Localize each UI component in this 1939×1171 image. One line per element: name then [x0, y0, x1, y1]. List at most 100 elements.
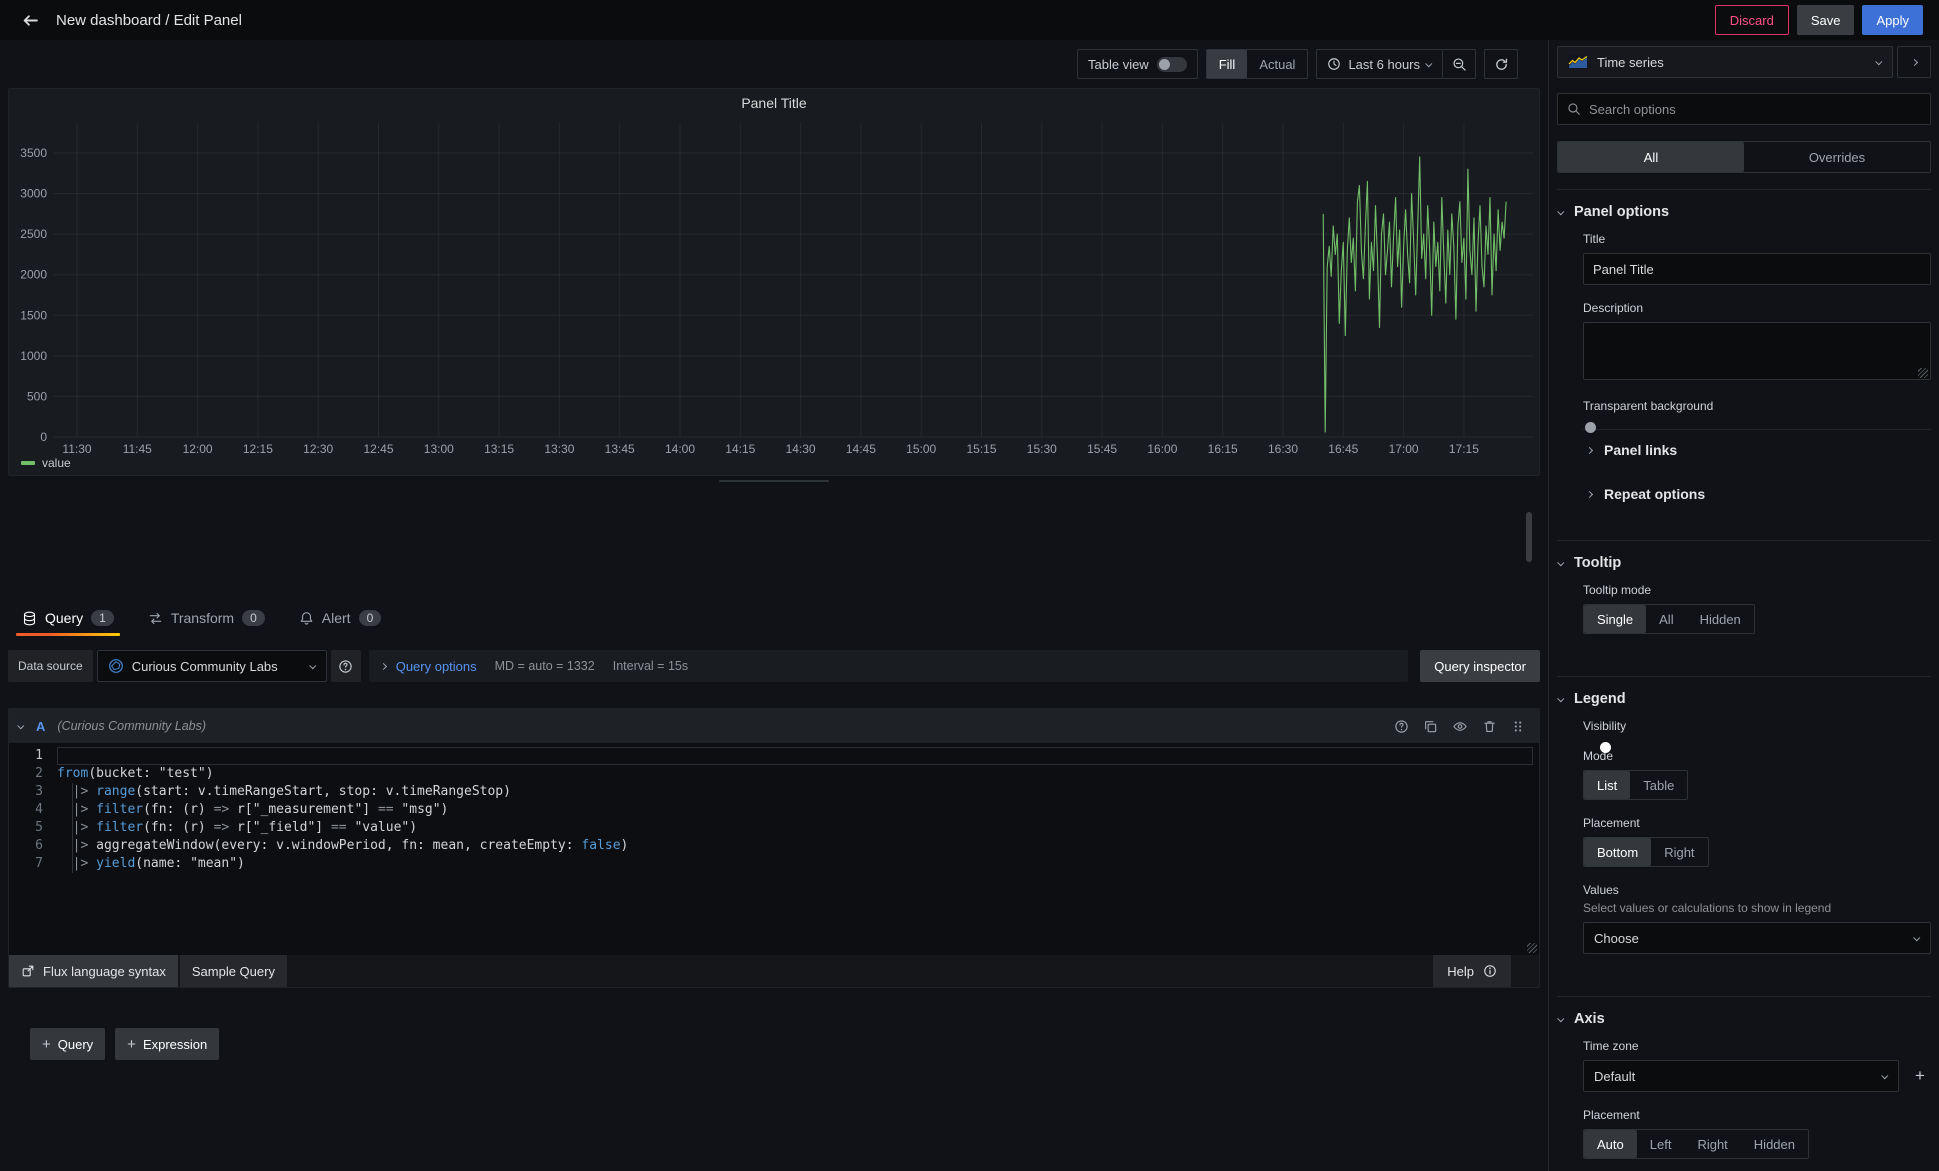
code-line-2[interactable]: 2from(bucket: "test")	[9, 765, 1539, 783]
panel-options-title: Panel options	[1574, 204, 1669, 220]
svg-text:3500: 3500	[20, 146, 47, 160]
legend-placement-group-option-bottom[interactable]: Bottom	[1584, 838, 1651, 866]
query-datasource-hint: (Curious Community Labs)	[57, 719, 1382, 733]
add-query-button[interactable]: + Query	[30, 1028, 105, 1060]
table-view-switch[interactable]	[1157, 57, 1187, 72]
flux-syntax-button[interactable]: Flux language syntax	[9, 955, 178, 987]
svg-text:15:45: 15:45	[1087, 442, 1117, 456]
time-range-button[interactable]: Last 6 hours	[1317, 50, 1442, 78]
tab-query[interactable]: Query1	[16, 604, 120, 636]
code-line-5[interactable]: 5 |> filter(fn: (r) => r["_field"] == "v…	[9, 819, 1539, 837]
add-expression-button[interactable]: + Expression	[115, 1028, 219, 1060]
flux-code-editor[interactable]: 12from(bucket: "test")3 |> range(start: …	[9, 743, 1539, 955]
collapse-query-icon[interactable]	[17, 722, 24, 729]
zoom-out-button[interactable]	[1443, 50, 1475, 78]
code-line-4[interactable]: 4 |> filter(fn: (r) => r["_measurement"]…	[9, 801, 1539, 819]
tooltip-mode-group-option-hidden[interactable]: Hidden	[1687, 605, 1754, 633]
drag-handle-icon[interactable]	[1511, 719, 1525, 734]
chevron-down-icon	[1425, 60, 1432, 67]
legend-mode-group-option-table[interactable]: Table	[1630, 771, 1687, 799]
visualization-picker[interactable]: Time series	[1557, 46, 1893, 78]
interval-text: Interval = 15s	[613, 659, 688, 673]
chevron-right-icon	[1586, 490, 1593, 497]
panel-title-input[interactable]	[1583, 253, 1931, 285]
time-range-label: Last 6 hours	[1348, 57, 1420, 72]
query-inspector-button[interactable]: Query inspector	[1420, 650, 1540, 682]
breadcrumb: New dashboard / Edit Panel	[56, 12, 242, 29]
query-options-toggle[interactable]: Query options	[396, 659, 477, 674]
tooltip-mode-group-option-single[interactable]: Single	[1584, 605, 1646, 633]
options-filter-tabs-option-overrides[interactable]: Overrides	[1744, 142, 1930, 172]
query-help-button[interactable]	[1394, 719, 1409, 734]
sample-query-button[interactable]: Sample Query	[180, 955, 287, 987]
code-line-3[interactable]: 3 |> range(start: v.timeRangeStart, stop…	[9, 783, 1539, 801]
display-mode-group-option-fill[interactable]: Fill	[1207, 50, 1248, 78]
axis-placement-group-option-hidden[interactable]: Hidden	[1741, 1130, 1808, 1158]
tab-transform[interactable]: Transform0	[142, 604, 271, 636]
panel-options-header[interactable]: Panel options	[1557, 202, 1931, 222]
duplicate-query-button[interactable]	[1423, 719, 1438, 734]
options-search-input[interactable]	[1589, 102, 1921, 117]
panel-description-input[interactable]	[1583, 322, 1931, 380]
svg-text:13:30: 13:30	[544, 442, 574, 456]
hide-query-button[interactable]	[1452, 719, 1468, 734]
editor-resize-handle[interactable]	[1527, 943, 1537, 953]
refresh-button[interactable]	[1485, 50, 1517, 78]
collapse-options-pane-button[interactable]	[1897, 46, 1931, 78]
textarea-resize-handle[interactable]	[1918, 368, 1928, 378]
code-line-6[interactable]: 6 |> aggregateWindow(every: v.windowPeri…	[9, 837, 1539, 855]
chevron-down-icon	[1557, 559, 1564, 566]
tooltip-mode-group: SingleAllHidden	[1583, 604, 1755, 634]
query-editor-footer: Flux language syntax Sample Query Help	[9, 955, 1539, 987]
datasource-help-button[interactable]	[331, 650, 361, 682]
chevron-down-icon	[309, 662, 316, 669]
table-view-toggle-group: Table view	[1077, 49, 1198, 79]
panel-edit-main: Table view FillActual Last 6 hours	[0, 40, 1548, 1171]
legend-placement-group-option-right[interactable]: Right	[1651, 838, 1707, 866]
delete-query-button[interactable]	[1482, 719, 1497, 734]
query-options-bar[interactable]: Query options MD = auto = 1332 Interval …	[369, 650, 1409, 682]
time-series-panel[interactable]: Panel Title 0500100015002000250030003500…	[8, 88, 1540, 476]
legend-values-select[interactable]: Choose	[1583, 922, 1931, 954]
flux-syntax-label: Flux language syntax	[43, 964, 166, 979]
panel-toolbar: Table view FillActual Last 6 hours	[8, 48, 1518, 80]
main-scrollbar[interactable]	[1526, 512, 1532, 562]
axis-placement-group-option-right[interactable]: Right	[1684, 1130, 1740, 1158]
tab-alert[interactable]: Alert0	[293, 604, 387, 636]
code-line-1[interactable]: 1	[9, 747, 1539, 765]
legend-entry-value[interactable]: value	[21, 456, 71, 470]
chart-legend: value	[21, 456, 71, 470]
tooltip-mode-group-option-all[interactable]: All	[1646, 605, 1686, 633]
datasource-select[interactable]: Curious Community Labs	[97, 650, 327, 682]
add-timezone-button[interactable]: +	[1909, 1065, 1931, 1087]
panel-links-label: Panel links	[1604, 442, 1677, 458]
axis-placement-group: AutoLeftRightHidden	[1583, 1129, 1809, 1159]
axis-placement-group-option-auto[interactable]: Auto	[1584, 1130, 1637, 1158]
discard-button[interactable]: Discard	[1715, 5, 1789, 35]
legend-header[interactable]: Legend	[1557, 689, 1931, 709]
splitter-grip[interactable]	[719, 480, 829, 482]
back-button[interactable]	[16, 6, 44, 34]
timezone-select[interactable]: Default	[1583, 1060, 1899, 1092]
chevron-right-icon	[1910, 58, 1917, 65]
help-button[interactable]: Help	[1433, 955, 1511, 987]
axis-header[interactable]: Axis	[1557, 1009, 1931, 1029]
repeat-options-row[interactable]: Repeat options	[1583, 474, 1931, 514]
code-line-7[interactable]: 7 |> yield(name: "mean")	[9, 855, 1539, 873]
save-button[interactable]: Save	[1797, 5, 1855, 35]
legend-mode-group: ListTable	[1583, 770, 1688, 800]
tooltip-header[interactable]: Tooltip	[1557, 553, 1931, 573]
axis-placement-group-option-left[interactable]: Left	[1637, 1130, 1685, 1158]
options-filter-tabs-option-all[interactable]: All	[1558, 142, 1744, 172]
refresh-group	[1484, 49, 1518, 79]
description-field-label: Description	[1583, 301, 1931, 315]
svg-text:15:00: 15:00	[906, 442, 936, 456]
influxdb-datasource-icon	[108, 658, 124, 674]
panel-links-row[interactable]: Panel links	[1583, 429, 1931, 470]
options-search[interactable]	[1557, 93, 1931, 125]
legend-mode-group-option-list[interactable]: List	[1584, 771, 1630, 799]
legend-title: Legend	[1574, 691, 1626, 707]
display-mode-group-option-actual[interactable]: Actual	[1247, 50, 1307, 78]
query-editor-header[interactable]: A (Curious Community Labs)	[9, 709, 1539, 743]
apply-button[interactable]: Apply	[1862, 5, 1923, 35]
